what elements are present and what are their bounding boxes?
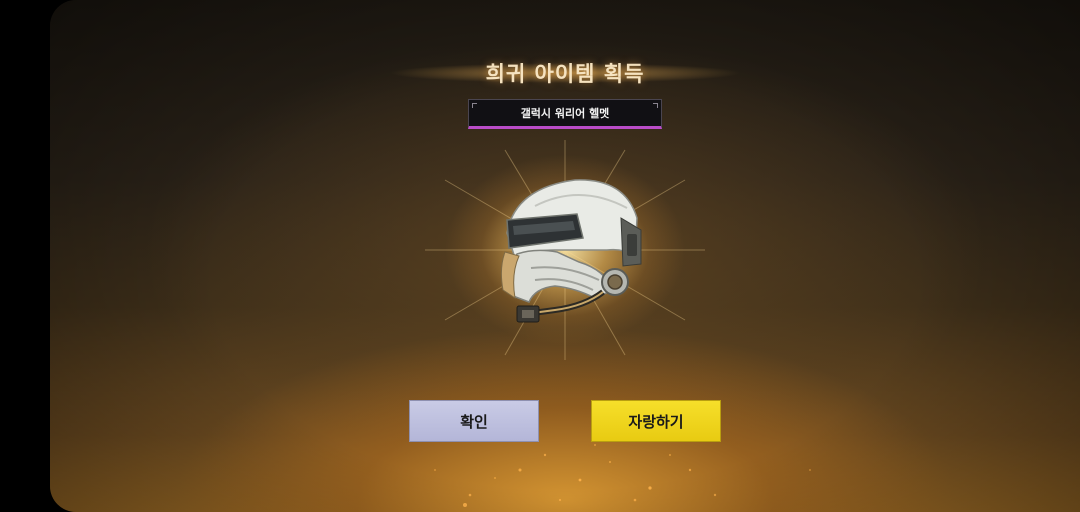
dialog-title: 희귀 아이템 획득: [485, 62, 645, 86]
helmet-icon: [500, 179, 642, 323]
corner-ornament-right: [653, 103, 658, 108]
share-button[interactable]: 자랑하기: [591, 400, 721, 442]
confirm-button[interactable]: 확인: [409, 400, 539, 442]
corner-ornament-left: [472, 103, 477, 108]
item-name: 갤럭시 워리어 헬멧: [520, 107, 610, 120]
reward-screen: 희귀 아이템 획득 갤럭시 워리어 헬멧 확인 자랑하기: [50, 0, 1080, 512]
item-name-box: 갤럭시 워리어 헬멧: [468, 99, 662, 129]
